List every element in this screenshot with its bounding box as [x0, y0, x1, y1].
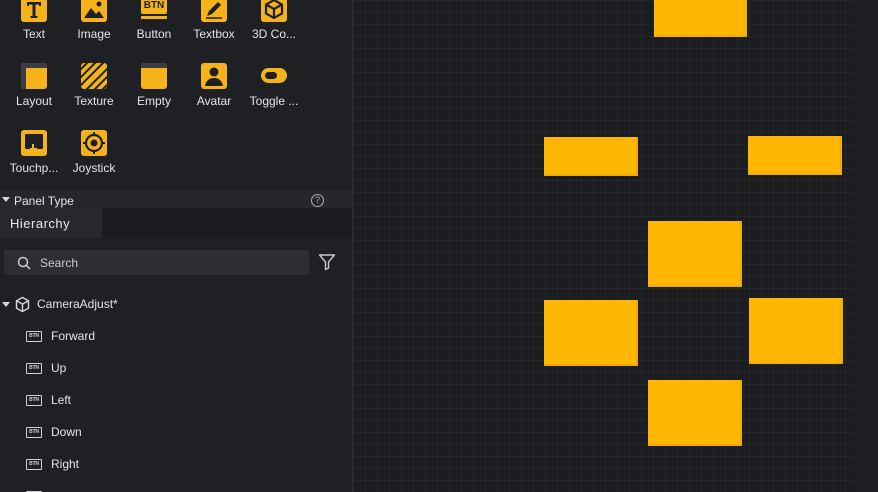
cube-outline-icon — [15, 296, 30, 313]
cube-icon — [261, 0, 287, 22]
scene-viewport[interactable] — [353, 0, 878, 492]
tree-item-down[interactable]: BTN Down — [0, 421, 352, 443]
search-input[interactable] — [38, 253, 302, 273]
image-icon — [81, 0, 107, 22]
widget-label: 3D Co... — [251, 27, 296, 41]
widget-label: Image — [77, 27, 111, 41]
widget-textbox[interactable]: Textbox — [184, 0, 244, 41]
widget-label: Textbox — [193, 27, 235, 41]
widget-3d-component[interactable]: 3D Co... — [244, 0, 304, 41]
widget-avatar[interactable]: Avatar — [184, 63, 244, 108]
tree-root-label: CameraAdjust* — [37, 297, 118, 311]
widget-label: Toggle ... — [249, 94, 299, 108]
ui-element-block[interactable] — [544, 137, 638, 176]
ui-element-block[interactable] — [748, 136, 842, 175]
expand-caret-icon[interactable] — [2, 302, 10, 307]
button-down-block[interactable] — [648, 380, 742, 446]
button-node-icon: BTN — [26, 395, 42, 406]
tree-item-partial[interactable] — [0, 485, 352, 492]
widget-touchpad[interactable]: Touchp... — [4, 130, 64, 175]
texture-icon — [81, 63, 107, 89]
search-icon — [17, 256, 31, 270]
tab-hierarchy-label: Hierarchy — [10, 216, 71, 231]
tree-item-up[interactable]: BTN Up — [0, 357, 352, 379]
widget-image[interactable]: Image — [64, 0, 124, 41]
widget-joystick[interactable]: Joystick — [64, 130, 124, 175]
button-node-icon: BTN — [26, 427, 42, 438]
button-node-icon: BTN — [26, 331, 42, 342]
tree-item-right[interactable]: BTN Right — [0, 453, 352, 475]
touchpad-icon — [21, 130, 47, 156]
widget-label: Joystick — [72, 161, 116, 175]
widget-texture[interactable]: Texture — [64, 63, 124, 108]
layout-icon — [21, 63, 47, 89]
tree-root-item[interactable]: CameraAdjust* — [0, 293, 352, 315]
button-right-block[interactable] — [749, 298, 843, 364]
ui-element-block[interactable] — [654, 0, 747, 37]
widget-label: Layout — [15, 94, 53, 108]
collapse-caret-icon[interactable] — [2, 197, 10, 202]
tree-item-label: Left — [51, 393, 72, 407]
tree-item-label: Forward — [51, 329, 96, 343]
left-panel: Text Image BTN Button Textbox 3D Co... L… — [0, 0, 352, 492]
widget-label: Texture — [74, 94, 114, 108]
panel-type-section[interactable]: Panel Type ? — [0, 191, 352, 208]
textbox-icon — [201, 0, 227, 22]
widget-label: Empty — [136, 94, 171, 108]
hierarchy-header: Hierarchy — [0, 208, 352, 238]
tree-item-left[interactable]: BTN Left — [0, 389, 352, 411]
widget-label: Touchp... — [9, 161, 59, 175]
text-icon — [21, 0, 47, 22]
avatar-icon — [201, 63, 227, 89]
panel-type-label: Panel Type — [14, 194, 74, 208]
widget-toggle[interactable]: Toggle ... — [244, 63, 304, 108]
empty-icon — [141, 63, 167, 89]
widget-text[interactable]: Text — [4, 0, 64, 41]
help-icon[interactable]: ? — [311, 194, 324, 207]
button-icon-text: BTN — [141, 0, 167, 14]
button-icon: BTN — [141, 0, 167, 22]
tab-hierarchy[interactable]: Hierarchy — [0, 208, 102, 238]
widget-label: Text — [22, 27, 45, 41]
widget-label: Avatar — [196, 94, 232, 108]
tree-item-label: Right — [51, 457, 80, 471]
filter-icon[interactable] — [318, 253, 336, 271]
button-node-icon: BTN — [26, 363, 42, 374]
toggle-icon — [261, 63, 287, 89]
widget-button[interactable]: BTN Button — [124, 0, 184, 41]
button-left-block[interactable] — [544, 300, 638, 366]
tree-item-forward[interactable]: BTN Forward — [0, 325, 352, 347]
button-forward-block[interactable] — [648, 221, 742, 287]
tree-item-label: Up — [51, 361, 67, 375]
hierarchy-search[interactable] — [4, 250, 309, 275]
joystick-icon — [81, 130, 107, 156]
tree-item-label: Down — [51, 425, 82, 439]
widget-layout[interactable]: Layout — [4, 63, 64, 108]
button-node-icon: BTN — [26, 459, 42, 470]
widget-empty[interactable]: Empty — [124, 63, 184, 108]
viewport-edge — [854, 0, 878, 492]
widget-label: Button — [136, 27, 172, 41]
